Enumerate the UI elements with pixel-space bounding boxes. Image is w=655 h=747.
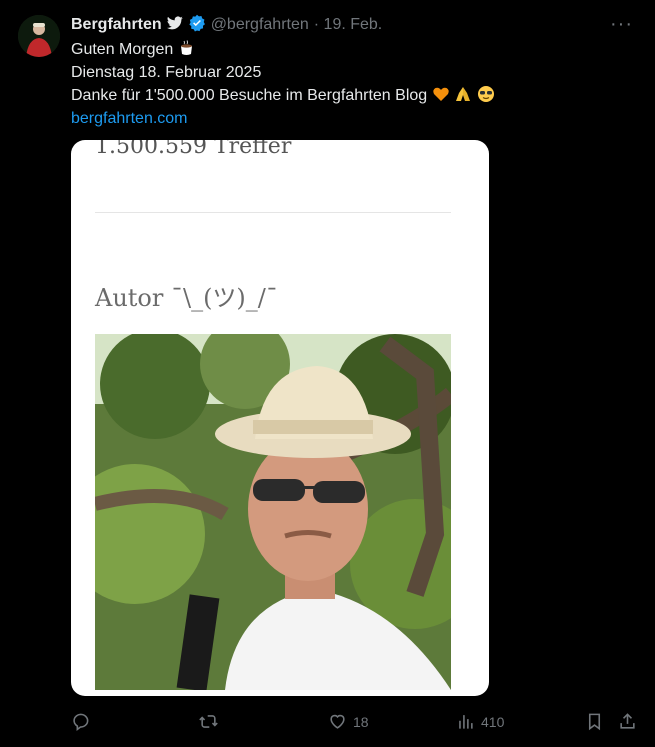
verified-badge-icon: [188, 14, 206, 37]
retweet-button[interactable]: [199, 712, 218, 731]
more-icon[interactable]: ···: [610, 14, 633, 34]
views-icon: [459, 715, 473, 729]
twitter-bird-icon: [166, 16, 183, 35]
tweet-body: Guten Morgen Dienstag 18. Februar 2025 D…: [71, 38, 495, 130]
hits-counter: 1.500.559 Treffer: [95, 140, 292, 159]
author-heading: Autor ¯\_(ツ)_/¯: [95, 284, 278, 312]
retweet-icon: [199, 715, 218, 728]
tweet-line-greeting: Guten Morgen: [71, 41, 174, 58]
tweet-link[interactable]: bergfahrten.com: [71, 107, 495, 130]
author-name[interactable]: Bergfahrten: [71, 16, 162, 34]
bookmark-icon: [588, 713, 601, 731]
tweet-line-thanks: Danke für 1'500.000 Besuche im Bergfahrt…: [71, 87, 428, 104]
reply-button[interactable]: [71, 712, 90, 731]
reply-icon: [73, 713, 89, 731]
share-button[interactable]: [618, 712, 637, 731]
like-count: 18: [353, 713, 369, 730]
avatar[interactable]: [18, 15, 60, 57]
tweet-date[interactable]: · 19. Feb.: [314, 16, 382, 34]
share-icon: [620, 713, 635, 729]
orange-heart-emoji: [432, 87, 449, 101]
avatar-image: [18, 15, 60, 57]
coffee-emoji: [180, 40, 192, 55]
tweet-header: Bergfahrten @bergfahrten · 19. Feb.: [71, 13, 635, 37]
tweet-line-date: Dienstag 18. Februar 2025: [71, 64, 262, 81]
sunglasses-emoji: [477, 86, 494, 102]
divider: [95, 212, 451, 213]
praying-hands-emoji: [456, 87, 471, 101]
media-card[interactable]: 1.500.559 Treffer Autor ¯\_(ツ)_/¯: [71, 140, 489, 696]
action-bar: 18 410: [0, 708, 655, 738]
view-count: 410: [481, 713, 505, 730]
views-button[interactable]: 410: [456, 712, 504, 731]
bookmark-button[interactable]: [585, 712, 604, 731]
tweet[interactable]: Bergfahrten @bergfahrten · 19. Feb. ··· …: [0, 0, 655, 747]
author-photo[interactable]: [95, 334, 451, 690]
like-icon: [330, 714, 345, 729]
author-handle[interactable]: @bergfahrten: [211, 16, 309, 34]
like-button[interactable]: 18: [328, 712, 369, 731]
